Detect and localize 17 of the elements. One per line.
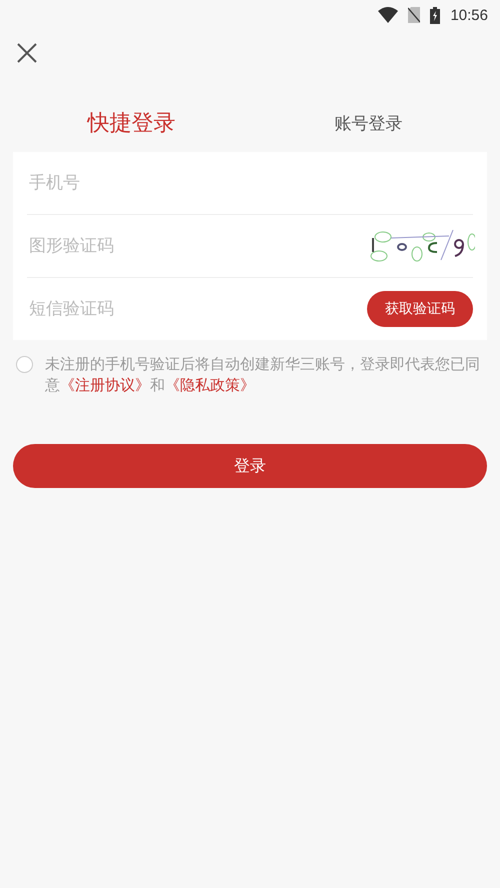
agreement-link[interactable]: 《隐私政策》	[165, 376, 255, 394]
wifi-icon	[378, 7, 398, 23]
agree-radio[interactable]	[16, 356, 33, 373]
phone-field[interactable]: 手机号	[27, 172, 231, 194]
captcha-field[interactable]: 图形验证码	[27, 235, 231, 257]
tab[interactable]: 快捷登录	[13, 106, 250, 140]
login-button[interactable]: 登录	[13, 444, 487, 488]
get-code-button[interactable]: 获取验证码	[367, 291, 473, 327]
no-sim-icon	[408, 7, 420, 23]
close-icon[interactable]	[16, 42, 38, 64]
sms-code-field[interactable]: 短信验证码	[27, 298, 231, 320]
status-time: 10:56	[450, 6, 488, 24]
battery-charging-icon	[430, 6, 440, 24]
tab[interactable]: 账号登录	[250, 106, 487, 140]
agreement-text: 未注册的手机号验证后将自动创建新华三账号，登录即代表您已同意《注册协议》和《隐私政策》	[45, 354, 481, 396]
agreement-link[interactable]: 《注册协议》	[60, 376, 150, 394]
captcha-image[interactable]	[369, 228, 475, 264]
